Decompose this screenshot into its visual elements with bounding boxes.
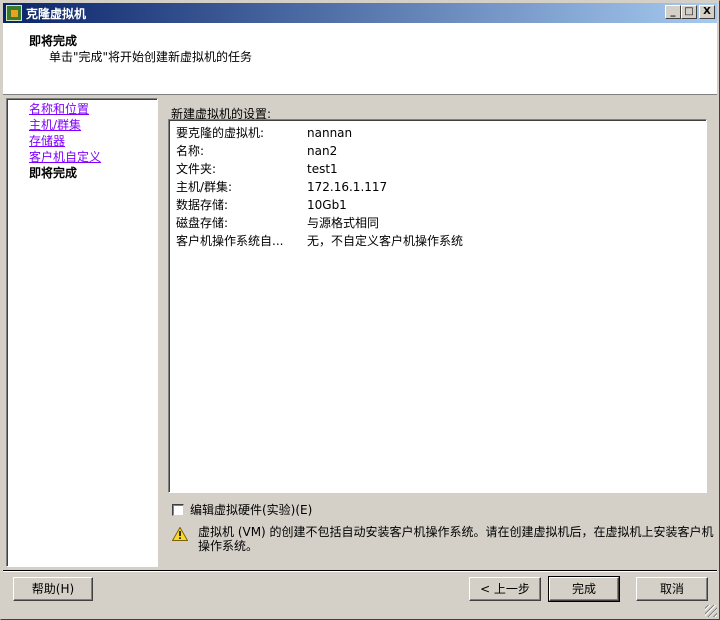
clone-vm-dialog: 克隆虚拟机 _ □ X 即将完成 单击"完成"将开始创建新虚拟机的任务 名称和位… (0, 0, 720, 620)
settings-row: 磁盘存储: 与源格式相同 (176, 214, 706, 232)
setting-key: 磁盘存储: (176, 216, 229, 230)
vsphere-app-icon (6, 5, 22, 21)
cancel-button[interactable]: 取消 (636, 577, 708, 601)
step-storage[interactable]: 存储器 (29, 133, 157, 149)
step-host-cluster[interactable]: 主机/群集 (29, 117, 157, 133)
settings-row: 名称: nan2 (176, 142, 706, 160)
setting-value: nan2 (307, 144, 338, 158)
edit-hardware-checkbox[interactable]: 编辑虚拟硬件(实验)(E) (172, 501, 312, 518)
warning-text: 虚拟机 (VM) 的创建不包括自动安装客户机操作系统。请在创建虚拟机后，在虚拟机… (198, 525, 714, 553)
setting-value: 与源格式相同 (307, 216, 380, 230)
settings-row: 主机/群集: 172.16.1.117 (176, 178, 706, 196)
setting-value: test1 (307, 162, 338, 176)
settings-row: 客户机操作系统自... 无，不自定义客户机操作系统 (176, 232, 706, 250)
settings-row: 数据存储: 10Gb1 (176, 196, 706, 214)
setting-key: 主机/群集: (176, 180, 233, 194)
checkbox-box[interactable] (172, 503, 184, 516)
step-guest-customization[interactable]: 客户机自定义 (29, 149, 157, 165)
settings-summary: 要克隆的虚拟机: nannan 名称: nan2 文件夹: test1 主机/群集: 1… (168, 119, 707, 493)
back-button[interactable]: < 上一步 (469, 577, 541, 601)
divider (3, 570, 717, 572)
setting-value: 172.16.1.117 (307, 180, 388, 194)
settings-row: 要克隆的虚拟机: nannan (176, 124, 706, 142)
window-title: 克隆虚拟机 (26, 6, 87, 21)
settings-row: 文件夹: test1 (176, 160, 706, 178)
setting-key: 名称: (176, 144, 205, 158)
page-title: 即将完成 (29, 34, 78, 48)
warning-message: 虚拟机 (VM) 的创建不包括自动安装客户机操作系统。请在创建虚拟机后，在虚拟机… (172, 525, 718, 553)
close-button[interactable]: X (699, 5, 715, 19)
setting-key: 客户机操作系统自... (176, 234, 284, 248)
setting-key: 数据存储: (176, 198, 229, 212)
setting-value: 无，不自定义客户机操作系统 (307, 234, 464, 248)
page-subtitle: 单击"完成"将开始创建新虚拟机的任务 (49, 50, 253, 64)
help-button[interactable]: 帮助(H) (13, 577, 93, 601)
setting-value: nannan (307, 126, 353, 140)
warning-icon (172, 527, 188, 541)
finish-button[interactable]: 完成 (548, 576, 620, 602)
setting-value: 10Gb1 (307, 198, 347, 212)
title-bar[interactable]: 克隆虚拟机 _ □ X (3, 3, 717, 23)
step-name-location[interactable]: 名称和位置 (29, 101, 157, 117)
wizard-header: 即将完成 单击"完成"将开始创建新虚拟机的任务 (3, 23, 717, 95)
wizard-steps: 名称和位置 主机/群集 存储器 客户机自定义 即将完成 (6, 98, 158, 567)
maximize-button[interactable]: □ (681, 5, 697, 19)
resize-grip[interactable] (705, 605, 717, 617)
edit-hardware-label: 编辑虚拟硬件(实验)(E) (190, 503, 313, 517)
step-ready-to-complete: 即将完成 (29, 166, 78, 180)
setting-key: 要克隆的虚拟机: (176, 126, 265, 140)
minimize-button[interactable]: _ (665, 5, 681, 19)
setting-key: 文件夹: (176, 162, 217, 176)
